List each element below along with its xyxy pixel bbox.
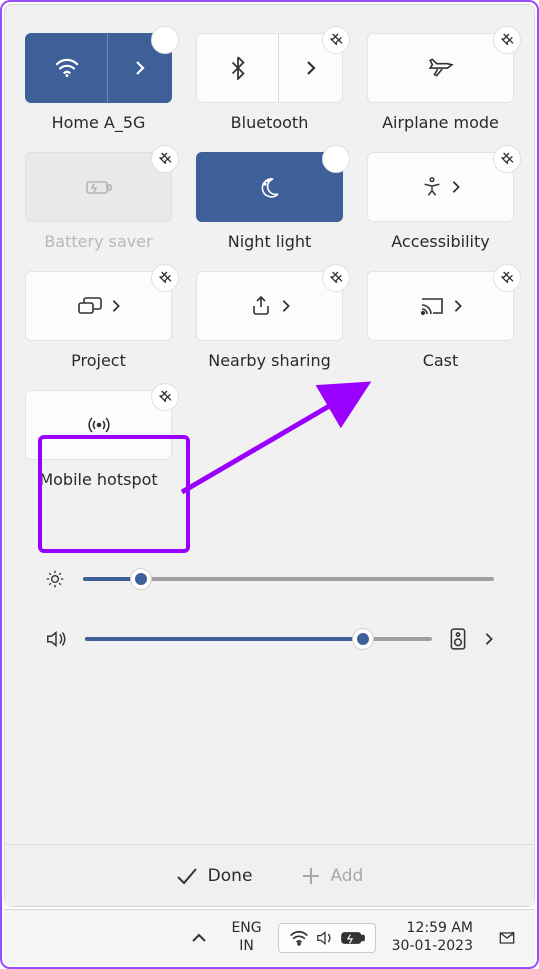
audio-output-expand[interactable] — [484, 632, 494, 646]
clock-date: 30-01-2023 — [392, 938, 473, 956]
tile-label: Airplane mode — [367, 113, 514, 132]
panel-footer: Done Add — [5, 844, 534, 906]
hotspot-icon — [86, 414, 112, 436]
brightness-icon — [45, 569, 65, 589]
tile-cell-battery-saver: Battery saver — [25, 152, 172, 251]
wifi-icon — [289, 930, 309, 946]
chevron-up-icon — [191, 932, 207, 944]
unpin-icon[interactable] — [322, 26, 350, 54]
tile-label: Project — [25, 351, 172, 370]
quick-settings-grid: Home A_5G Bluetooth — [25, 33, 514, 489]
unpin-icon[interactable] — [322, 264, 350, 292]
check-icon — [176, 867, 198, 885]
tile-bluetooth[interactable] — [196, 33, 343, 103]
language-bottom: IN — [231, 938, 261, 956]
tile-label: Accessibility — [367, 232, 514, 251]
tile-cell-airplane: Airplane mode — [367, 33, 514, 132]
airplane-icon — [428, 57, 454, 79]
unpin-icon[interactable] — [322, 145, 350, 173]
cast-icon — [419, 296, 445, 316]
done-button[interactable]: Done — [176, 866, 253, 886]
tile-label: Cast — [367, 351, 514, 370]
system-tray[interactable] — [278, 923, 376, 953]
chevron-right-icon — [281, 299, 291, 313]
chevron-right-icon — [305, 60, 317, 76]
volume-icon — [45, 629, 67, 649]
taskbar: ENG IN 12:59 AM 30-01-2023 z — [4, 909, 535, 965]
svg-text:z: z — [511, 931, 514, 937]
tile-label: Nearby sharing — [196, 351, 343, 370]
battery-icon — [341, 931, 365, 945]
night-light-icon — [258, 175, 282, 199]
unpin-icon[interactable] — [151, 383, 179, 411]
tile-cell-bluetooth: Bluetooth — [196, 33, 343, 132]
plus-icon — [302, 867, 320, 885]
tile-cell-accessibility: Accessibility — [367, 152, 514, 251]
battery-saver-icon — [85, 178, 113, 196]
chevron-right-icon — [484, 632, 494, 646]
language-top: ENG — [231, 920, 261, 938]
chevron-right-icon — [111, 299, 121, 313]
add-label: Add — [330, 866, 363, 886]
share-icon — [249, 295, 273, 317]
audio-output-icon[interactable] — [450, 628, 466, 650]
accessibility-icon — [421, 176, 443, 198]
language-indicator[interactable]: ENG IN — [223, 916, 269, 959]
tile-cast[interactable] — [367, 271, 514, 341]
tile-cell-project: Project — [25, 271, 172, 370]
tile-cell-cast: Cast — [367, 271, 514, 370]
tile-cell-mobile-hotspot: Mobile hotspot — [25, 390, 172, 489]
tile-wifi[interactable] — [25, 33, 172, 103]
brightness-slider[interactable] — [83, 577, 494, 581]
tile-label: Battery saver — [25, 232, 172, 251]
unpin-icon[interactable] — [493, 145, 521, 173]
tile-project[interactable] — [25, 271, 172, 341]
notifications-button[interactable]: z — [489, 924, 525, 952]
tile-nearby-sharing[interactable] — [196, 271, 343, 341]
tile-battery-saver — [25, 152, 172, 222]
tile-label: Bluetooth — [196, 113, 343, 132]
unpin-icon[interactable] — [493, 26, 521, 54]
tile-night-light[interactable] — [196, 152, 343, 222]
volume-row — [45, 609, 494, 669]
volume-icon — [315, 930, 335, 946]
tile-cell-nearby-sharing: Nearby sharing — [196, 271, 343, 370]
brightness-row — [45, 549, 494, 609]
bluetooth-icon[interactable] — [197, 34, 279, 102]
done-label: Done — [208, 866, 253, 886]
unpin-icon[interactable] — [151, 145, 179, 173]
unpin-icon[interactable] — [493, 264, 521, 292]
tile-label: Home A_5G — [25, 113, 172, 132]
volume-slider[interactable] — [85, 637, 432, 641]
tile-label: Night light — [196, 232, 343, 251]
tile-accessibility[interactable] — [367, 152, 514, 222]
tile-mobile-hotspot[interactable] — [25, 390, 172, 460]
sliders-section — [25, 549, 514, 669]
unpin-icon[interactable] — [151, 264, 179, 292]
tile-cell-night-light: Night light — [196, 152, 343, 251]
clock[interactable]: 12:59 AM 30-01-2023 — [384, 916, 481, 959]
add-button[interactable]: Add — [302, 866, 363, 886]
tray-overflow[interactable] — [183, 928, 215, 948]
chevron-right-icon — [453, 299, 463, 313]
clock-time: 12:59 AM — [392, 920, 473, 938]
project-icon — [77, 296, 103, 316]
quick-settings-panel: Home A_5G Bluetooth — [4, 4, 535, 907]
tile-cell-wifi: Home A_5G — [25, 33, 172, 132]
unpin-icon[interactable] — [151, 26, 179, 54]
wifi-icon[interactable] — [26, 34, 108, 102]
chevron-right-icon — [134, 60, 146, 76]
notification-icon: z — [497, 928, 517, 948]
chevron-right-icon — [451, 180, 461, 194]
tile-airplane[interactable] — [367, 33, 514, 103]
tile-label: Mobile hotspot — [25, 470, 172, 489]
